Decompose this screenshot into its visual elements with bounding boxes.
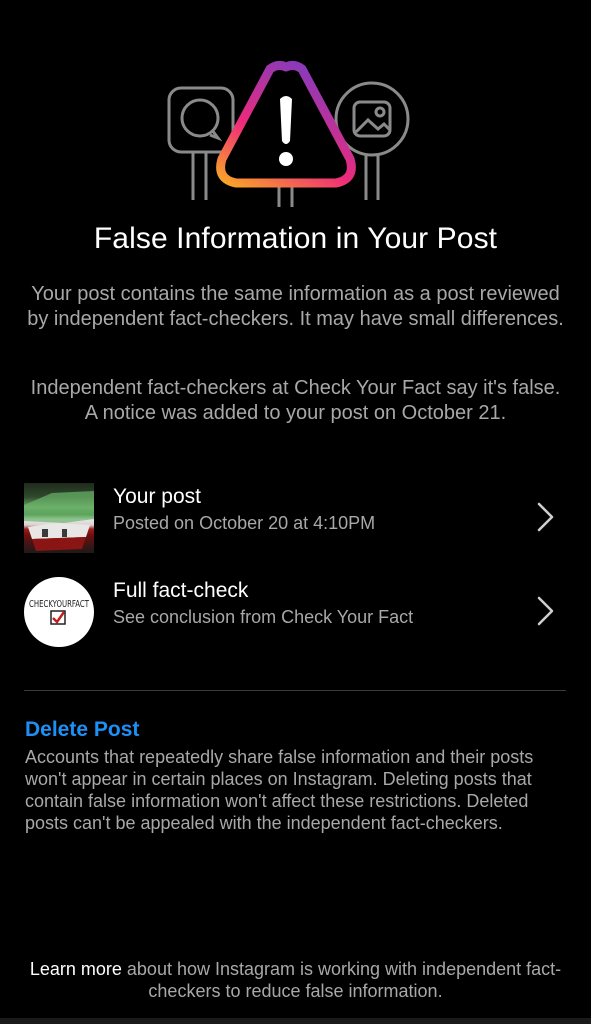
- delete-post-button[interactable]: Delete Post: [25, 718, 139, 742]
- post-thumbnail: [24, 483, 94, 553]
- info-paragraph: Your post contains the same information …: [27, 283, 564, 330]
- your-post-subtitle: Posted on October 20 at 4:10PM: [113, 513, 376, 533]
- footer-description: about how Instagram is working with inde…: [121, 959, 562, 1001]
- section-divider: [24, 690, 566, 691]
- check-your-fact-logo: CHECKYOURFACT: [24, 577, 94, 647]
- fact-check-subtitle: See conclusion from Check Your Fact: [113, 607, 414, 627]
- learn-more-link[interactable]: Learn more: [30, 959, 122, 979]
- chat-bubble-sign-icon: [167, 86, 234, 200]
- fact-check-title: Full fact-check: [113, 579, 249, 602]
- logo-text: CHECKYOURFACT: [29, 599, 89, 610]
- check-your-fact-logo-art: CHECKYOURFACT: [29, 599, 89, 625]
- full-fact-check-item[interactable]: CHECKYOURFACT Full fact-check See conclu…: [24, 577, 564, 647]
- your-post-title: Your post: [113, 485, 201, 508]
- bottom-bar: [0, 1018, 591, 1024]
- page-title: False Information in Your Post: [93, 222, 498, 255]
- footer-text: Learn more about how Instagram is workin…: [20, 958, 571, 1002]
- hero-svg: [167, 60, 409, 207]
- your-post-item[interactable]: Your post Posted on October 20 at 4:10PM: [24, 483, 564, 553]
- delete-post-description: Accounts that repeatedly share false inf…: [25, 747, 534, 833]
- fact-check-notice: Independent fact-checkers at Check Your …: [30, 377, 561, 424]
- post-thumbnail-art: [24, 491, 94, 551]
- hero-illustration: [0, 55, 591, 215]
- warning-triangle-icon: [215, 60, 356, 207]
- chevron-right-icon: [537, 502, 554, 532]
- chevron-right-icon: [537, 596, 554, 626]
